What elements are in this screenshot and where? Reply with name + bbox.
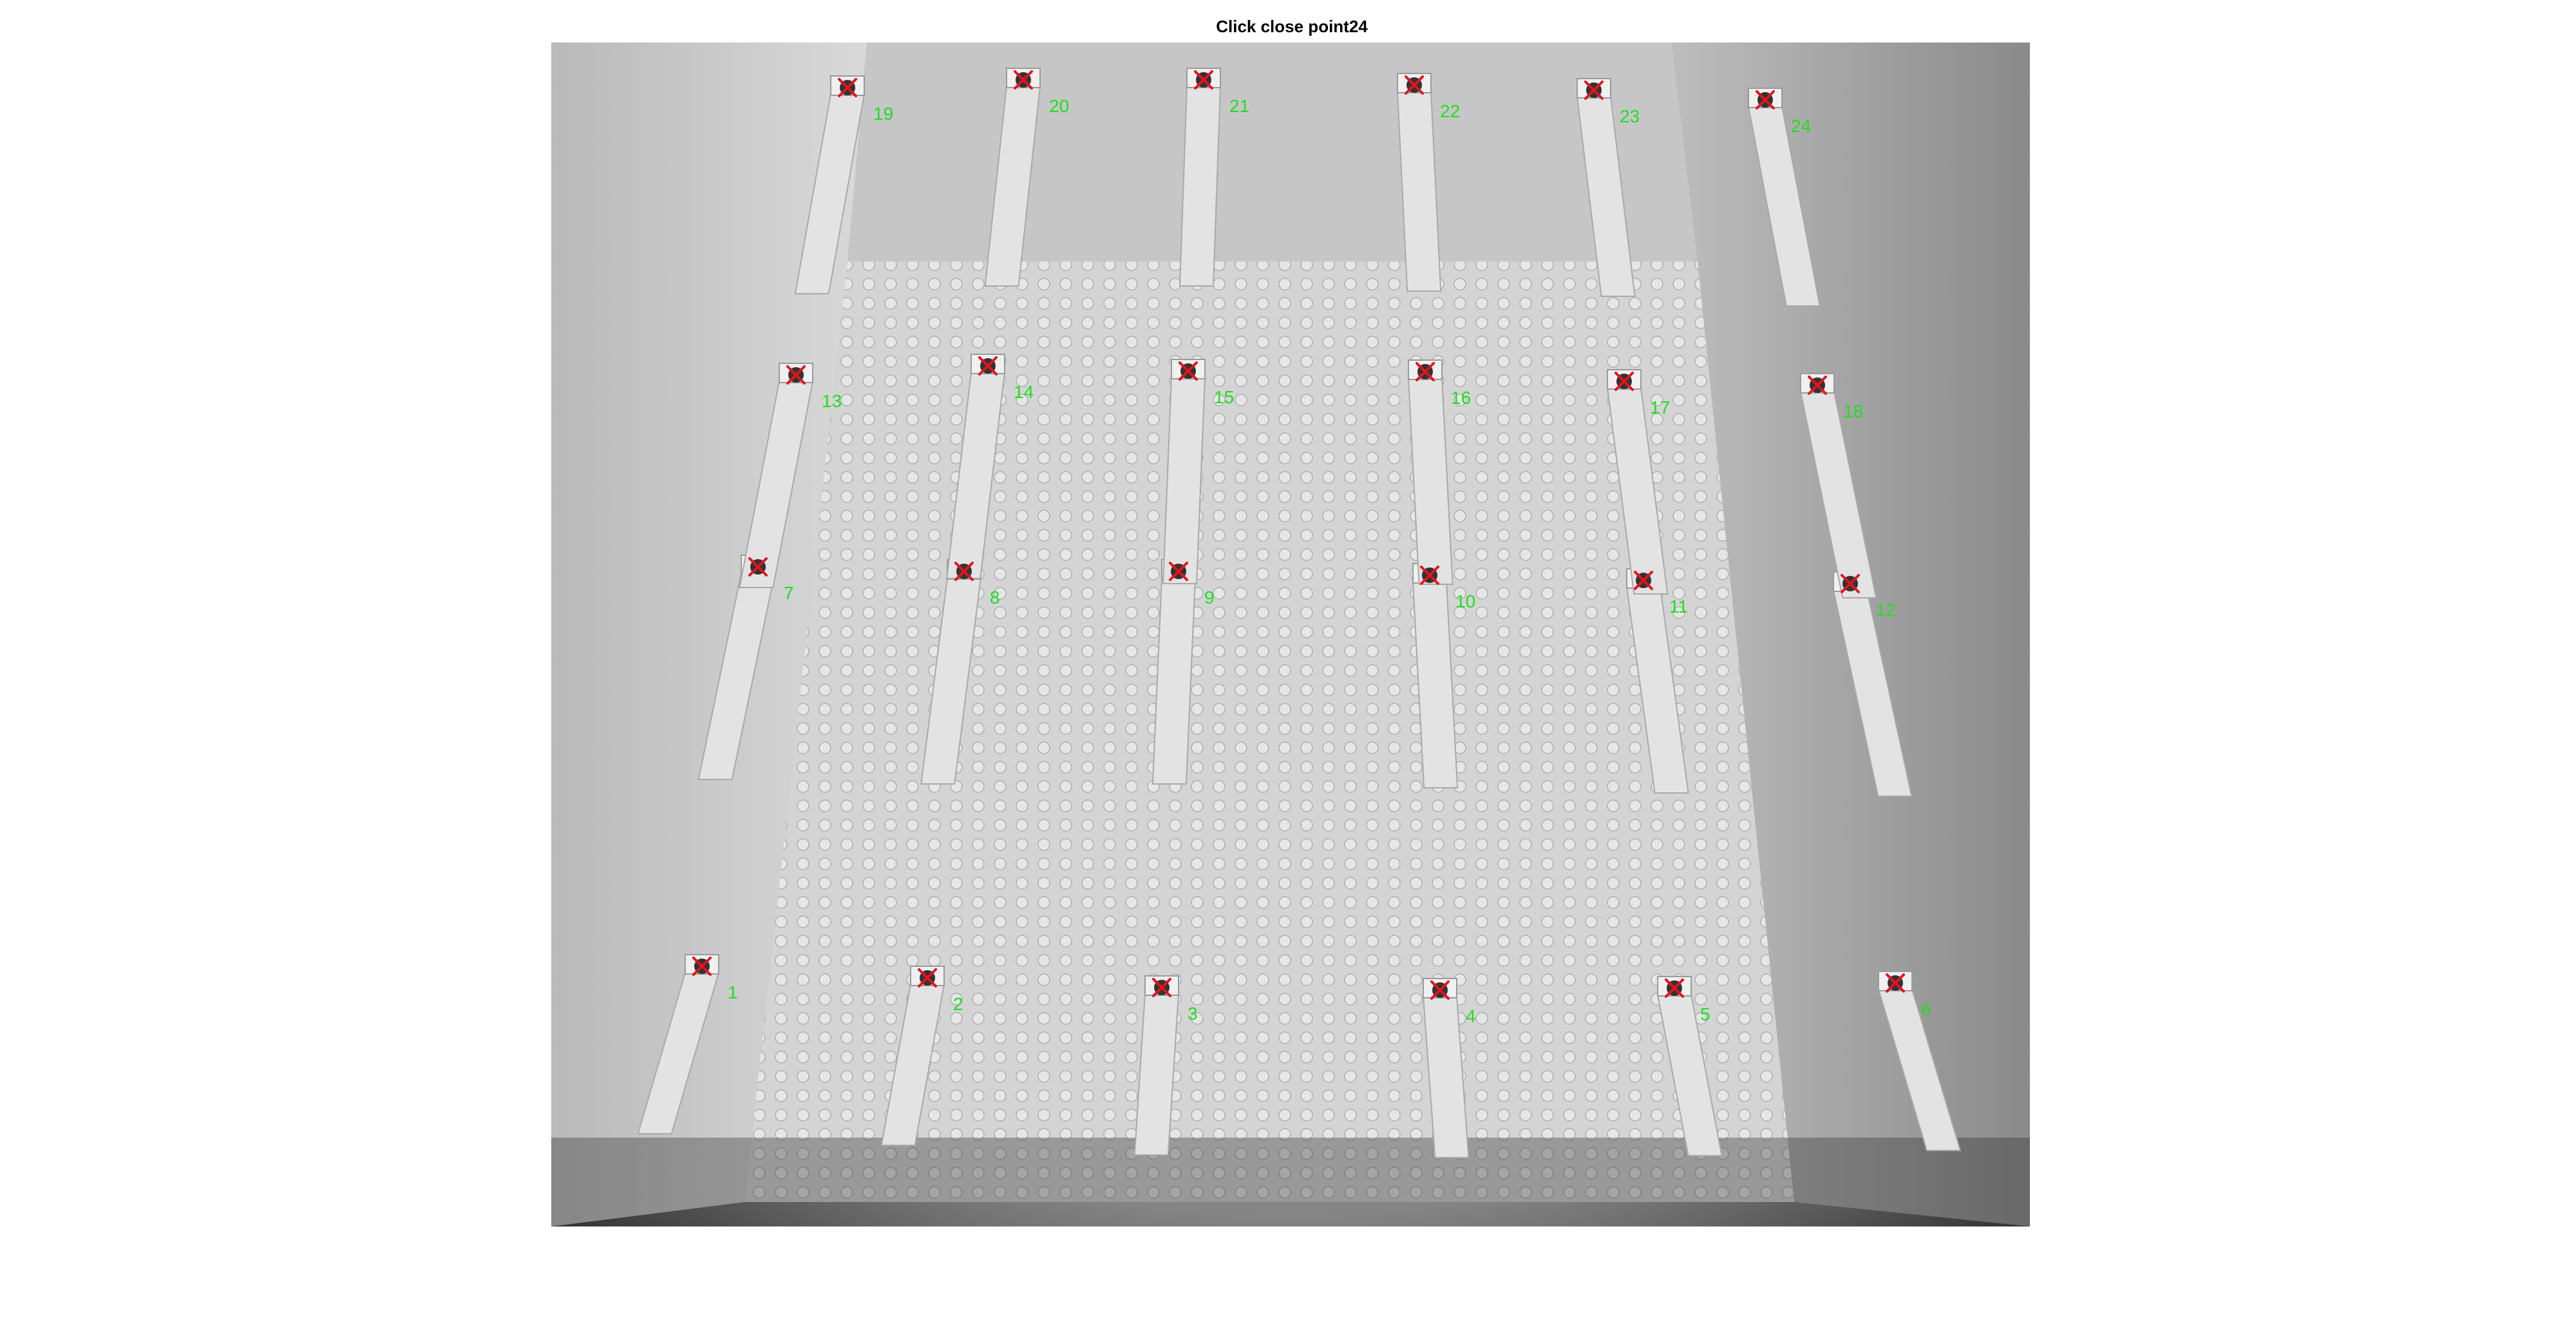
point-label: 18 <box>1843 401 1863 421</box>
point-label: 14 <box>1014 382 1034 402</box>
point-label: 6 <box>1921 999 1931 1019</box>
point-label: 13 <box>822 391 842 411</box>
point-label: 24 <box>1791 116 1811 136</box>
point-label: 10 <box>1455 591 1475 611</box>
point-label: 9 <box>1204 587 1215 607</box>
point-label: 5 <box>1700 1004 1710 1024</box>
point-label: 12 <box>1876 600 1896 620</box>
point-label: 16 <box>1451 388 1471 408</box>
point-label: 1 <box>728 982 738 1002</box>
point-label: 19 <box>873 104 893 124</box>
pillar <box>1179 86 1222 287</box>
point-label: 3 <box>1188 1004 1198 1024</box>
point-label: 2 <box>953 994 963 1014</box>
figure-title: Click close point24 <box>1216 17 1368 36</box>
point-label: 15 <box>1214 387 1234 407</box>
point-label: 22 <box>1440 101 1460 121</box>
point-label: 23 <box>1620 106 1640 126</box>
point-label: 8 <box>990 587 1000 607</box>
point-label: 7 <box>784 583 794 603</box>
point-label: 17 <box>1650 397 1670 417</box>
point-label: 11 <box>1669 596 1688 616</box>
point-label: 21 <box>1229 96 1249 116</box>
point-label: 20 <box>1049 96 1069 116</box>
camera-image: 12 3 4 5 67 8 9 10 11 1213 14 15 16 17 1819 20 21 22 23 24 <box>551 43 2030 1226</box>
image-axes[interactable]: 1 2 3 4 5 6 7 8 9 10 11 12 13 14 15 16 17 18 19 20 21 22 23 24 <box>551 43 2030 1226</box>
point-label: 4 <box>1466 1006 1476 1026</box>
